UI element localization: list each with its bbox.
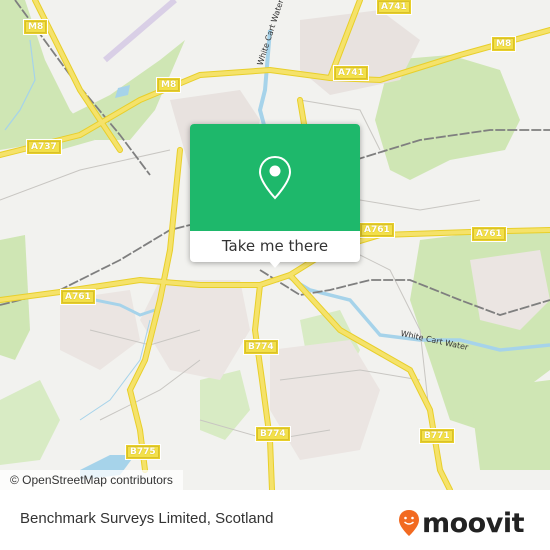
road-label-b774: B774: [243, 339, 279, 355]
take-me-there-button[interactable]: Take me there: [190, 231, 360, 262]
map-attribution[interactable]: © OpenStreetMap contributors: [0, 470, 183, 490]
map[interactable]: M8 M8 M8 A741 A741 A737 A761 A761 A761 B…: [0, 0, 550, 490]
map-pin-icon: [258, 155, 292, 200]
road-label-m8: M8: [155, 77, 182, 93]
moovit-logo[interactable]: moovit: [398, 505, 525, 541]
road-label-a761: A761: [359, 222, 395, 238]
popup-tail: [268, 260, 282, 268]
road-label-b775: B775: [125, 444, 161, 460]
road-label-a761: A761: [60, 289, 96, 305]
place-title: Benchmark Surveys Limited, Scotland: [20, 510, 274, 527]
road-label-b774: B774: [255, 426, 291, 442]
road-label-a741: A741: [333, 65, 369, 81]
location-popup[interactable]: Take me there: [190, 124, 360, 268]
moovit-pin-icon: [399, 510, 419, 536]
road-label-b771: B771: [419, 428, 455, 444]
road-label-m8: M8: [490, 36, 517, 52]
popup-header: [190, 124, 360, 231]
road-label-a737: A737: [26, 139, 62, 155]
road-label-a761: A761: [471, 226, 507, 242]
road-label-m8: M8: [22, 19, 49, 35]
moovit-wordmark: moovit: [422, 507, 525, 539]
road-label-a741: A741: [376, 0, 412, 15]
